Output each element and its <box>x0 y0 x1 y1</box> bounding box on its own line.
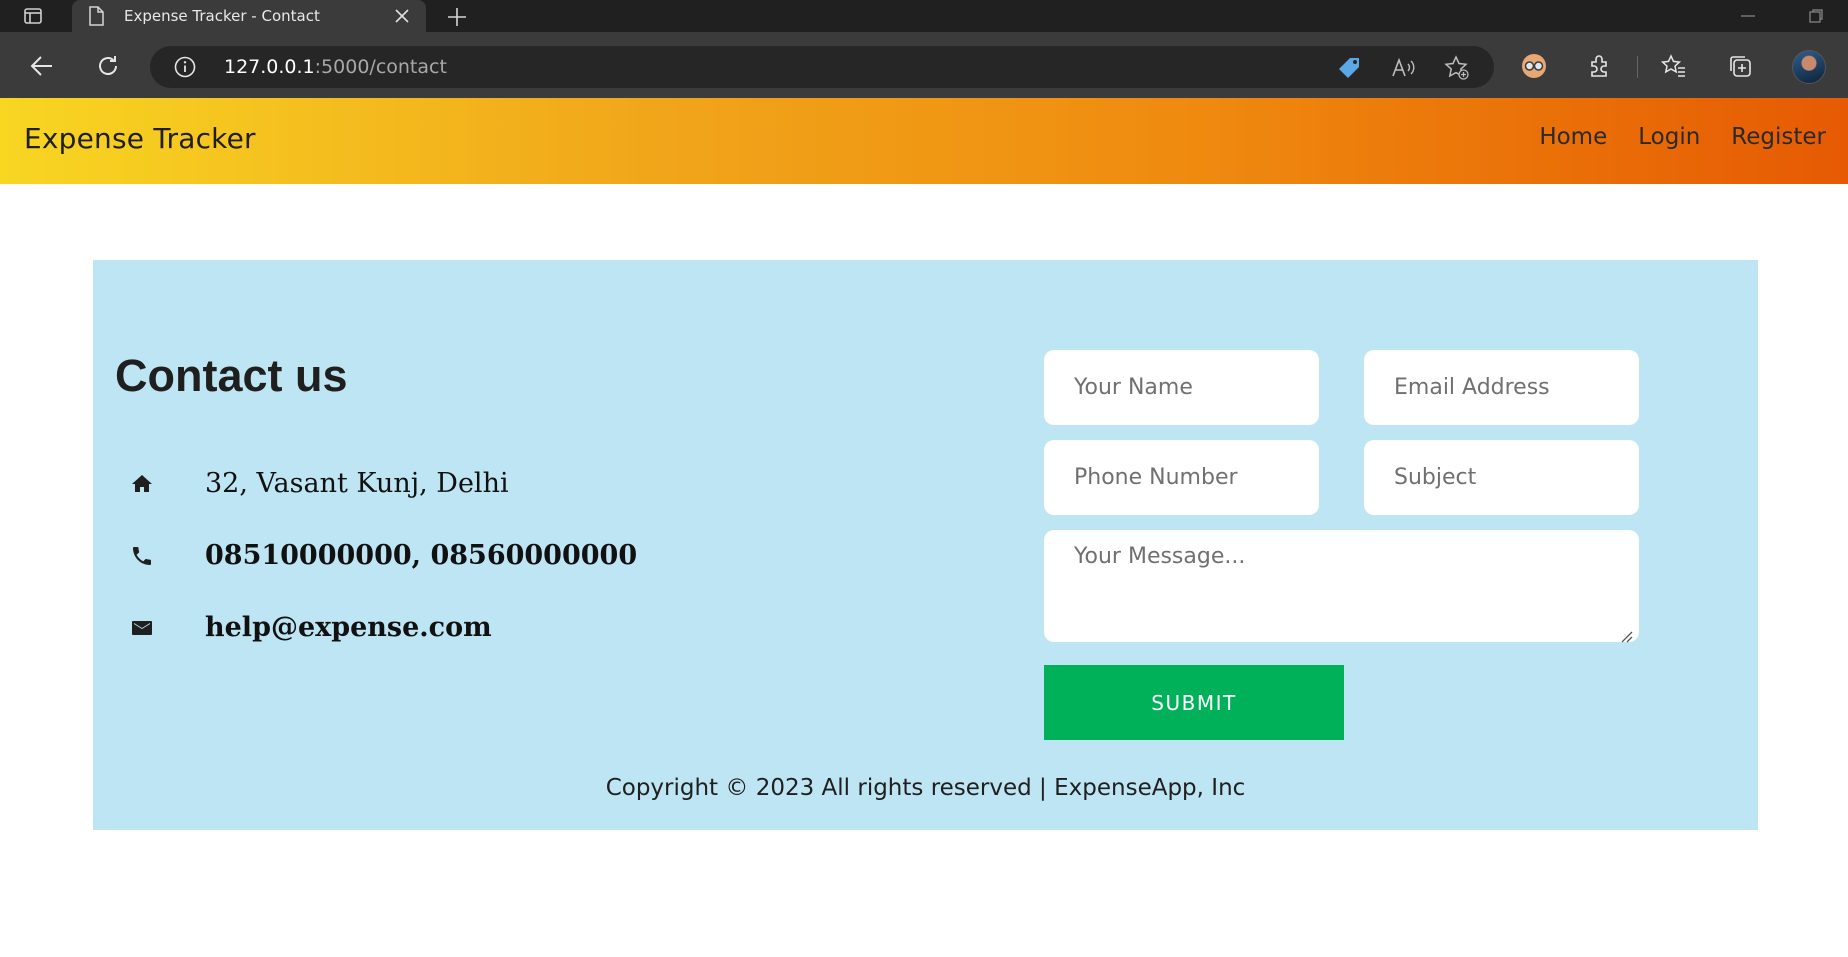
page-icon <box>88 6 106 26</box>
page-title: Contact us <box>115 350 348 401</box>
phone-icon <box>129 543 155 569</box>
tab-title: Expense Tracker - Contact <box>124 7 320 25</box>
home-icon <box>129 471 155 497</box>
email-field[interactable] <box>1364 350 1639 425</box>
phone-text: 08510000000, 08560000000 <box>205 540 638 571</box>
browser-tab-active[interactable]: Expense Tracker - Contact <box>72 0 426 32</box>
toolbar-divider <box>1637 56 1638 78</box>
nav-links: Home Login Register <box>1520 124 1838 150</box>
info-icon[interactable] <box>174 56 196 78</box>
brand-logo-text[interactable]: Expense Tracker <box>24 122 256 155</box>
avatar[interactable] <box>1792 50 1826 84</box>
minimize-icon[interactable] <box>1738 6 1758 26</box>
contact-section: Contact us 32, Vasant Kunj, Delhi 085100… <box>93 260 1758 830</box>
mail-icon <box>129 615 155 641</box>
browser-toolbar: 127.0.0.1:5000/contact <box>0 32 1848 98</box>
plus-icon[interactable] <box>444 4 470 30</box>
address-bar[interactable]: 127.0.0.1:5000/contact <box>150 46 1494 88</box>
email-row: help@expense.com <box>129 612 492 643</box>
site-navbar: Expense Tracker Home Login Register <box>0 98 1848 184</box>
phone-row: 08510000000, 08560000000 <box>129 540 637 571</box>
browser-tab-strip: Expense Tracker - Contact <box>0 0 1848 32</box>
address-row: 32, Vasant Kunj, Delhi <box>129 468 509 499</box>
collections-icon[interactable] <box>1726 52 1754 80</box>
reload-icon[interactable] <box>94 52 122 80</box>
read-aloud-icon[interactable] <box>1390 55 1416 81</box>
phone-field[interactable] <box>1044 440 1319 515</box>
close-icon[interactable] <box>390 4 414 28</box>
nav-link-register[interactable]: Register <box>1731 124 1826 150</box>
restore-icon[interactable] <box>1806 6 1826 26</box>
favorites-icon[interactable] <box>1660 52 1688 80</box>
tag-icon[interactable] <box>1336 55 1362 81</box>
profile-glasses-icon[interactable] <box>1520 52 1548 80</box>
url-text[interactable]: 127.0.0.1:5000/contact <box>224 56 447 78</box>
subject-field[interactable] <box>1364 440 1639 515</box>
sidebar-icon[interactable] <box>22 5 44 27</box>
extensions-icon[interactable] <box>1586 52 1614 80</box>
back-icon[interactable] <box>28 52 56 80</box>
copyright-text: Copyright © 2023 All rights reserved | E… <box>605 775 1246 801</box>
address-text: 32, Vasant Kunj, Delhi <box>205 468 509 499</box>
email-text: help@expense.com <box>205 612 492 643</box>
add-favorite-icon[interactable] <box>1444 55 1470 81</box>
nav-link-home[interactable]: Home <box>1539 124 1607 150</box>
message-field[interactable] <box>1044 530 1639 642</box>
name-field[interactable] <box>1044 350 1319 425</box>
submit-button[interactable]: SUBMIT <box>1044 665 1344 740</box>
nav-link-login[interactable]: Login <box>1638 124 1700 150</box>
